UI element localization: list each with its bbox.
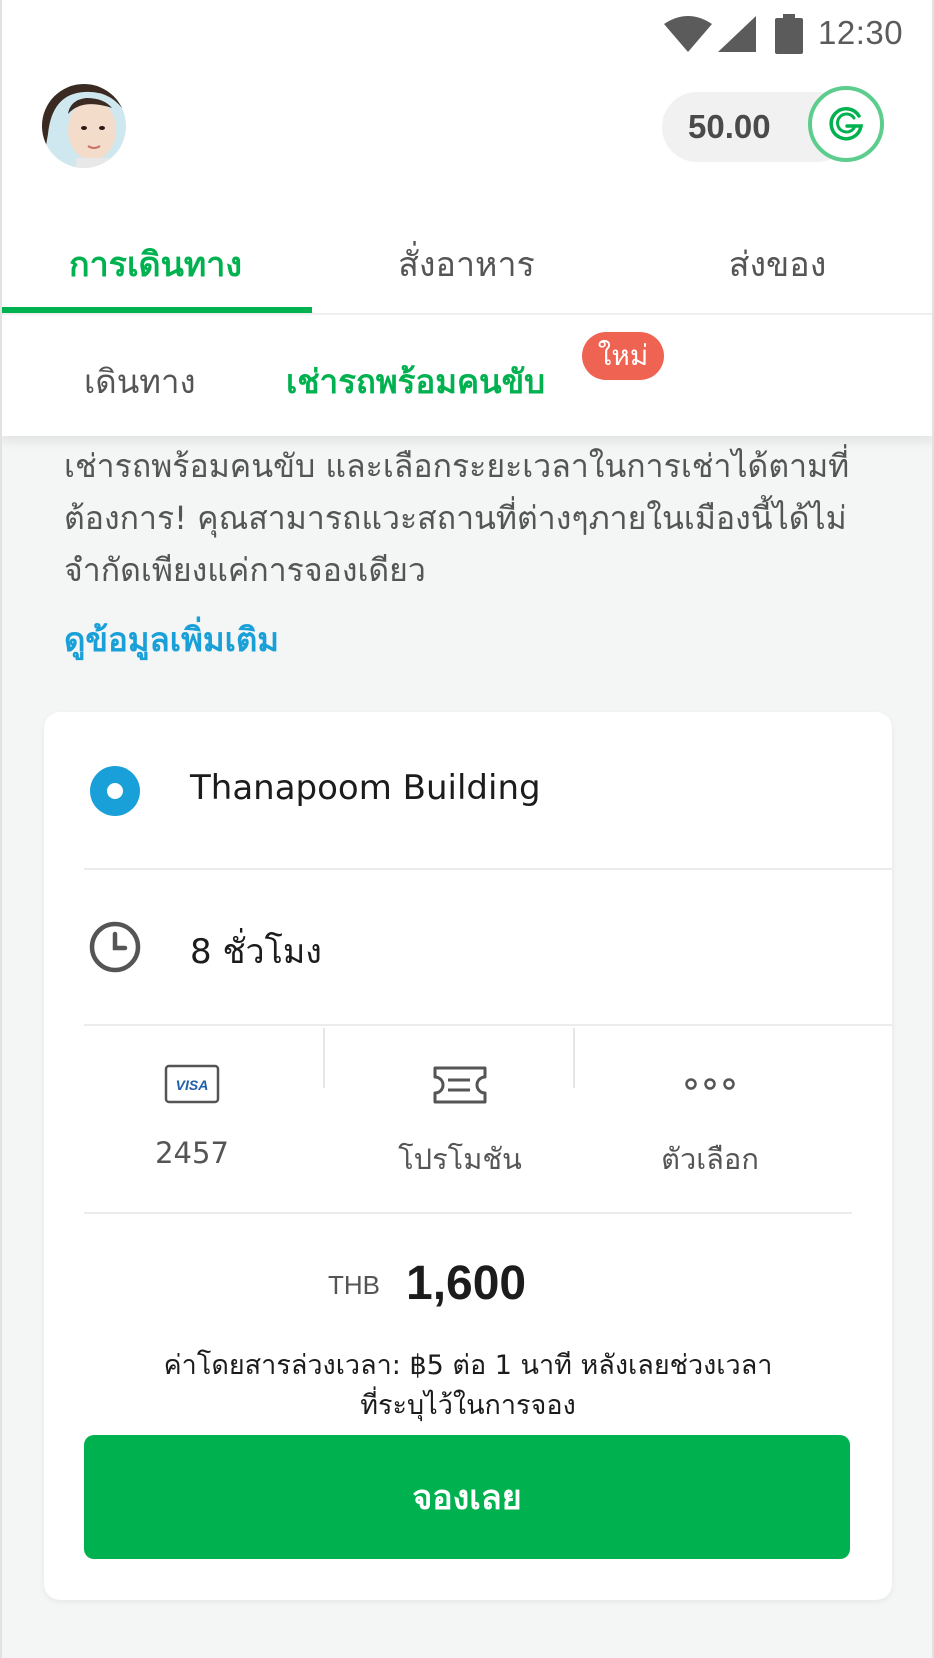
overtime-note-line: ที่ระบุไว้ในการจอง xyxy=(360,1390,576,1421)
options-label: ตัวเลือก xyxy=(661,1142,759,1176)
description-line: เช่ารถพร้อมคนขับ และเลือกระยะเวลาในการเช… xyxy=(64,447,850,485)
description-line: จำกัดเพียงแค่การจองเดียว xyxy=(64,551,426,589)
service-description: เช่ารถพร้อมคนขับ และเลือกระยะเวลาในการเช… xyxy=(64,440,884,596)
wifi-icon xyxy=(664,16,712,52)
visa-card-icon: VISA xyxy=(164,1064,220,1104)
status-bar: 12:30 xyxy=(0,0,934,70)
duration-row[interactable]: 8 ชั่วโมง xyxy=(44,870,892,1024)
payment-card-last4: 2457 xyxy=(155,1136,229,1170)
option-separator xyxy=(573,1028,575,1088)
overtime-fare-note: ค่าโดยสารล่วงเวลา: ฿5 ต่อ 1 นาที หลังเลย… xyxy=(104,1346,832,1426)
promotion-button[interactable]: โปรโมชัน xyxy=(326,1024,594,1204)
header-area: 12:30 50.00 การเดินทาง สั่งอาหาร ส่งของ … xyxy=(0,0,934,436)
wallet-balance[interactable]: 50.00 xyxy=(688,108,771,146)
ticket-icon xyxy=(433,1066,487,1104)
new-badge: ใหม่ xyxy=(582,332,664,380)
promotion-label: โปรโมชัน xyxy=(398,1142,522,1176)
main-tabs: การเดินทาง สั่งอาหาร ส่งของ xyxy=(0,215,934,313)
avatar[interactable] xyxy=(42,84,126,168)
tab-transport[interactable]: การเดินทาง xyxy=(0,215,311,313)
payment-method-button[interactable]: VISA 2457 xyxy=(58,1024,326,1204)
more-dots-icon xyxy=(685,1078,735,1090)
subtab-ride[interactable]: เดินทาง xyxy=(84,355,196,408)
user-avatar-image xyxy=(42,84,126,168)
status-time: 12:30 xyxy=(818,14,904,51)
subtab-rent-with-driver[interactable]: เช่ารถพร้อมคนขับ xyxy=(286,355,545,408)
divider xyxy=(84,1212,852,1214)
grabpay-button[interactable] xyxy=(808,86,884,162)
tab-delivery[interactable]: ส่งของ xyxy=(622,215,933,313)
tab-food[interactable]: สั่งอาหาร xyxy=(311,215,622,313)
more-info-link[interactable]: ดูข้อมูลเพิ่มเติม xyxy=(64,613,279,666)
booking-card: Thanapoom Building 8 ชั่วโมง VISA 2457 โ… xyxy=(44,712,892,1600)
grabpay-g-icon xyxy=(829,107,864,141)
rental-duration[interactable]: 8 ชั่วโมง xyxy=(190,924,322,978)
battery-icon xyxy=(775,14,803,54)
pickup-location[interactable]: Thanapoom Building xyxy=(190,768,541,808)
overtime-note-line: ค่าโดยสารล่วงเวลา: ฿5 ต่อ 1 นาที หลังเลย… xyxy=(163,1350,773,1381)
price-row: THB 1,600 xyxy=(44,1246,892,1316)
signal-icon xyxy=(718,16,756,52)
frame-edge-left xyxy=(0,0,2,1658)
clock-icon xyxy=(89,921,141,973)
book-now-button[interactable]: จองเลย xyxy=(84,1435,850,1559)
price-currency: THB xyxy=(328,1270,380,1300)
tabs-divider xyxy=(0,313,934,315)
options-button[interactable]: ตัวเลือก xyxy=(576,1024,844,1204)
pickup-row[interactable]: Thanapoom Building xyxy=(44,712,892,868)
pickup-location-icon xyxy=(90,766,140,816)
description-line: ต้องการ! คุณสามารถแวะสถานที่ต่างๆภายในเม… xyxy=(64,499,847,537)
option-separator xyxy=(323,1028,325,1088)
price-amount: 1,600 xyxy=(406,1257,527,1310)
visa-brand-text: VISA xyxy=(176,1077,209,1093)
